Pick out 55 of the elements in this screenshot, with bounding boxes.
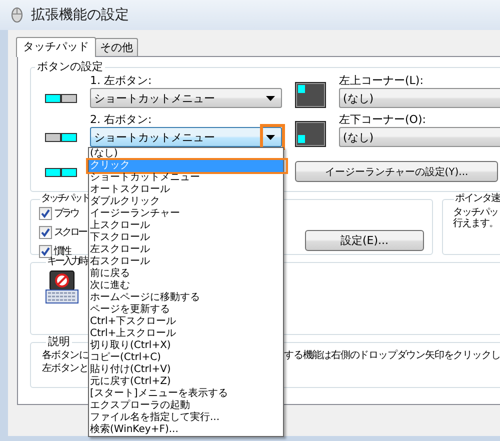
checkbox-label: 慣性 xyxy=(54,246,70,256)
description-text: 行えます。 xyxy=(453,218,499,229)
list-item[interactable]: (なし) xyxy=(89,148,283,160)
checkbox[interactable] xyxy=(39,226,52,239)
tab[interactable]: その他 xyxy=(95,38,138,56)
list-item[interactable]: エクスプローラの起動 xyxy=(89,400,283,412)
window-title: 拡張機能の設定 xyxy=(31,6,129,24)
dropdown-field[interactable]: ショートカットメニュー xyxy=(90,127,282,147)
launcher-settings-button[interactable]: イージーランチャーの設定(Y)... xyxy=(295,161,498,182)
list-item[interactable]: 前に戻る xyxy=(89,268,283,280)
list-item[interactable]: コピー(Ctrl+C) xyxy=(89,352,283,364)
field-label: 2. 右ボタン: xyxy=(90,114,153,126)
dropdown-field[interactable]: ショートカットメニュー xyxy=(90,88,282,108)
group-label: ボタンの設定 xyxy=(36,61,104,73)
list-item[interactable]: 貼り付け(Ctrl+V) xyxy=(89,364,283,376)
dropdown-field[interactable]: (なし) xyxy=(339,127,500,147)
group-label: 説明 xyxy=(47,336,71,348)
list-item[interactable]: 次に進む xyxy=(89,280,283,292)
list-item[interactable]: ホームページに移動する xyxy=(89,292,283,304)
keyboard-disabled-icon xyxy=(45,270,79,304)
settings-button[interactable]: 設定(E)... xyxy=(305,230,424,251)
list-item[interactable]: ショートカットメニュー xyxy=(89,172,283,184)
description-text: 各ボタンに xyxy=(42,350,88,362)
description-text: タッチパッ xyxy=(453,207,499,218)
tab[interactable]: タッチパッド xyxy=(16,37,96,57)
list-item[interactable]: [スタート]メニューを表示する xyxy=(89,388,283,400)
dropdown-field[interactable]: (なし) xyxy=(339,88,500,108)
list-item[interactable]: 上スクロール xyxy=(89,220,283,232)
list-item[interactable]: ページを更新する xyxy=(89,304,283,316)
list-item[interactable]: ダブルクリック xyxy=(89,196,283,208)
field-label: 1. 左ボタン: xyxy=(90,75,153,87)
list-item[interactable]: Ctrl+下スクロール xyxy=(89,316,283,328)
mouse-icon xyxy=(10,7,24,23)
checkbox-label: ブラウ xyxy=(54,208,78,220)
checkbox-label: スクロー xyxy=(54,226,86,238)
list-item[interactable]: Ctrl+上スクロール xyxy=(89,328,283,340)
list-item[interactable]: 下スクロール xyxy=(89,232,283,244)
checkbox[interactable] xyxy=(39,207,52,220)
field-label: 左下コーナー(O): xyxy=(339,114,427,126)
list-item[interactable]: オートスクロール xyxy=(89,184,283,196)
caret-icon[interactable] xyxy=(266,134,275,140)
caret-icon[interactable] xyxy=(266,96,275,100)
list-item[interactable]: 右スクロール xyxy=(89,256,283,268)
description-text: する機能は右側のドロップダウン矢印をクリックし xyxy=(284,350,500,362)
list-item[interactable]: イージーランチャー xyxy=(89,208,283,220)
list-item[interactable]: ファイル名を指定して実行... xyxy=(89,412,283,424)
list-item[interactable]: 元に戻す(Ctrl+Z) xyxy=(89,376,283,388)
checkbox[interactable] xyxy=(39,245,52,258)
list-item[interactable]: 検索(WinKey+F)... xyxy=(89,424,283,436)
group-label: キー入力時 xyxy=(46,256,88,268)
list-item[interactable]: 左スクロール xyxy=(89,244,283,256)
group-label: ポインタ速 xyxy=(454,193,500,205)
list-item[interactable]: 切り取り(Ctrl+X) xyxy=(89,340,283,352)
description-text: 左ボタンと xyxy=(42,363,88,375)
field-label: 左上コーナー(L): xyxy=(339,75,424,87)
